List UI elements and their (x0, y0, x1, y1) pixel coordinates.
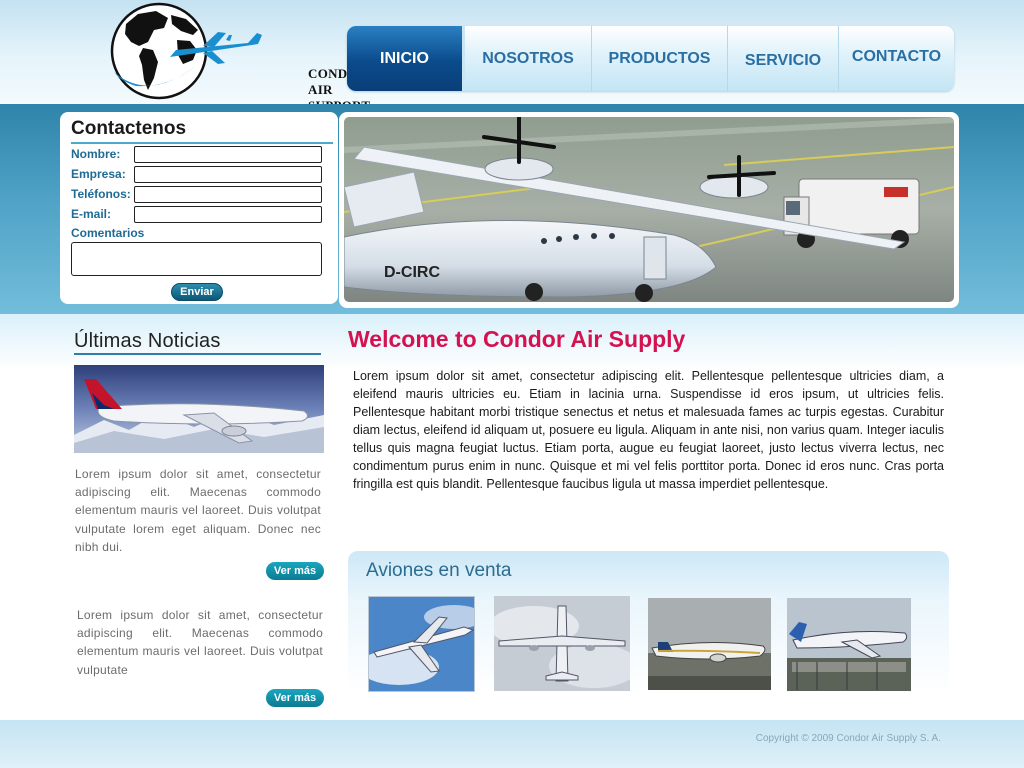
news-title: Últimas Noticias (74, 330, 221, 352)
aircraft-for-sale-section: Aviones en venta (348, 551, 949, 694)
aircraft-registration: D-CIRC (384, 264, 440, 281)
jet-overhead-photo (494, 596, 630, 691)
form-row-email: E-mail: (71, 204, 326, 224)
form-row-nombre: Nombre: (71, 144, 326, 164)
nav-item-productos[interactable]: PRODUCTOS (592, 26, 728, 91)
nav-item-nosotros[interactable]: NOSOTROS (465, 26, 592, 91)
comments-textarea[interactable] (71, 242, 322, 276)
field-label-empresa: Empresa: (71, 167, 126, 181)
telefonos-input[interactable] (134, 185, 322, 203)
a380-takeoff-photo (787, 598, 911, 691)
footer: Copyright © 2009 Condor Air Supply S. A. (0, 720, 1024, 768)
comments-label: Comentarios (71, 226, 145, 240)
form-row-empresa: Empresa: (71, 164, 326, 184)
sale-aircraft-1[interactable] (368, 596, 475, 692)
main-nav: INICIO NOSOTROS PRODUCTOS SERVICIO CONTA… (347, 26, 954, 91)
intro-paragraph: Lorem ipsum dolor sit amet, consectetur … (353, 369, 944, 491)
jet-on-runway-photo (648, 598, 771, 690)
contact-form: Contactenos Nombre: Empresa: Teléfonos: … (60, 112, 338, 304)
airliner-over-mountains-photo (74, 365, 324, 453)
field-label-nombre: Nombre: (71, 147, 121, 161)
globe-plane-logo-icon (110, 2, 262, 100)
jet-climbing-photo (369, 597, 474, 691)
page-title: Welcome to Condor Air Supply (348, 326, 686, 352)
hero-image: D-CIRC (344, 117, 954, 302)
nav-item-inicio[interactable]: INICIO (347, 26, 465, 91)
field-label-email: E-mail: (71, 207, 112, 221)
contact-title: Contactenos (71, 118, 333, 144)
news-item-2-more-button[interactable]: Ver más (266, 689, 324, 707)
sale-aircraft-3[interactable] (648, 598, 771, 690)
nav-item-contacto[interactable]: CONTACTO (839, 26, 954, 91)
copyright-text: Copyright © 2009 Condor Air Supply S. A. (755, 733, 941, 744)
news-title-underline (74, 353, 321, 355)
header: CONDOR AIR SUPPORT, S.A INICIO NOSOTROS … (0, 0, 1024, 129)
logo[interactable]: CONDOR AIR SUPPORT, S.A (108, 2, 373, 129)
nav-item-servicio[interactable]: SERVICIO (728, 26, 839, 91)
turboprop-aircraft-photo: D-CIRC (344, 117, 954, 302)
sale-aircraft-2[interactable] (494, 596, 630, 691)
sale-aircraft-4[interactable] (787, 598, 911, 691)
news-item-1-text: Lorem ipsum dolor sit amet, consectetur … (75, 467, 321, 554)
email-input[interactable] (134, 205, 322, 223)
news-item-2-text: Lorem ipsum dolor sit amet, consectetur … (77, 608, 323, 677)
field-label-telefonos: Teléfonos: (71, 187, 131, 201)
news-image[interactable] (74, 365, 324, 453)
nombre-input[interactable] (134, 145, 322, 163)
news-item-1-more-button[interactable]: Ver más (266, 562, 324, 580)
form-row-telefonos: Teléfonos: (71, 184, 326, 204)
hero-banner: D-CIRC (339, 112, 959, 308)
send-button[interactable]: Enviar (171, 283, 223, 301)
empresa-input[interactable] (134, 165, 322, 183)
sale-title: Aviones en venta (366, 560, 512, 581)
